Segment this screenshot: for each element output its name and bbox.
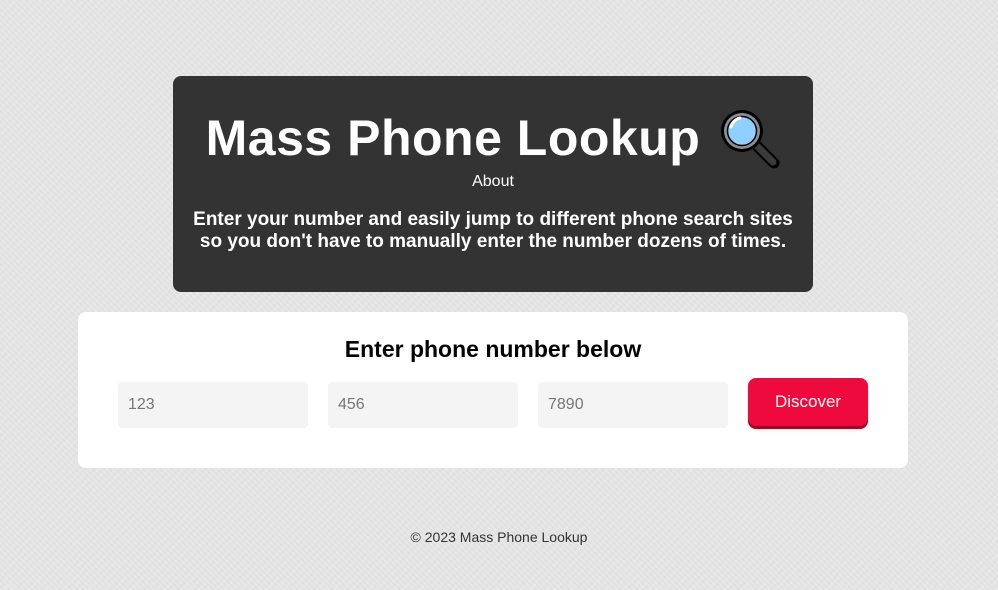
tagline-line: so you don't have to manually enter the …	[199, 231, 787, 252]
lookup-card: Enter phone number below Discover	[78, 312, 908, 468]
tagline: Enter your number and easily jump to dif…	[183, 209, 803, 253]
header-card: Mass Phone Lookup About Enter your numbe…	[173, 76, 813, 292]
footer-copyright: © 2023 Mass Phone Lookup	[410, 529, 588, 545]
prefix-input[interactable]	[328, 382, 518, 428]
lookup-heading: Enter phone number below	[344, 336, 642, 362]
tagline-line: Enter your number and easily jump to dif…	[193, 209, 793, 230]
about-link-row: About	[173, 172, 813, 192]
discover-button[interactable]: Discover	[748, 378, 868, 426]
line-number-input[interactable]	[538, 382, 728, 428]
title-row: Mass Phone Lookup	[173, 107, 813, 169]
magnifying-glass-icon	[718, 107, 780, 169]
area-code-input[interactable]	[118, 382, 308, 428]
about-link[interactable]: About	[472, 173, 514, 190]
site-title: Mass Phone Lookup	[205, 110, 701, 166]
